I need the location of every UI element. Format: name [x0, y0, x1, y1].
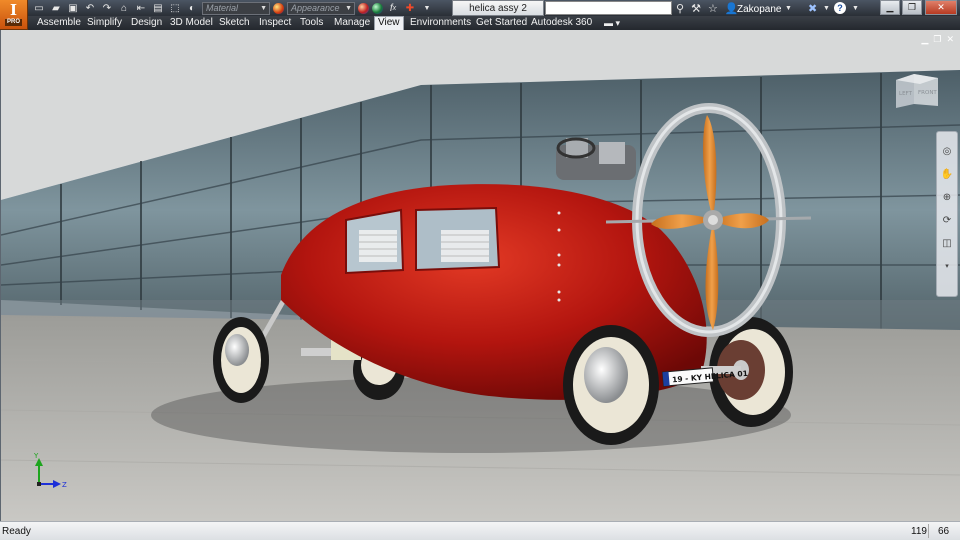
tab-manage[interactable]: Manage: [334, 16, 370, 30]
exchange-chevron-icon[interactable]: ▼: [823, 1, 830, 15]
update-icon[interactable]: ✚: [403, 2, 417, 15]
ribbon-display-options-icon[interactable]: ▬ ▾: [604, 18, 620, 29]
application-menu-button[interactable]: I PRO: [0, 0, 28, 30]
parameters-icon[interactable]: fx: [386, 2, 400, 15]
triad-y-label: Y: [33, 452, 39, 460]
status-divider: [928, 524, 929, 538]
redo-icon[interactable]: ↷: [100, 2, 114, 15]
tab-autodesk-360[interactable]: Autodesk 360: [531, 16, 592, 30]
undo-icon[interactable]: ↶: [83, 2, 97, 15]
home-icon[interactable]: ⌂: [117, 2, 131, 15]
clear-appearance-icon[interactable]: [372, 2, 383, 14]
tab-design[interactable]: Design: [131, 16, 162, 30]
restore-button[interactable]: ❐: [902, 0, 922, 15]
project-icon[interactable]: ▤: [151, 2, 165, 15]
app-edition-label: PRO: [4, 19, 22, 26]
steering-wheel-icon[interactable]: ◎: [940, 144, 954, 158]
minimize-button[interactable]: ▁: [880, 0, 900, 15]
tab-simplify[interactable]: Simplify: [87, 16, 122, 30]
viewport-close-icon[interactable]: ✕: [946, 34, 954, 45]
navigation-bar: ◎ ✋ ⊕ ⟳ ◫ ▾: [936, 131, 958, 297]
help-chevron-icon[interactable]: ▼: [852, 1, 859, 15]
viewcube-left-face: LEFT: [899, 91, 913, 97]
save-icon[interactable]: ▣: [66, 2, 80, 15]
user-name[interactable]: Zakopane: [737, 2, 781, 16]
exchange-icon[interactable]: ✖: [808, 1, 817, 15]
user-chevron-icon[interactable]: ▼: [785, 1, 792, 15]
viewport-restore-icon[interactable]: ❐: [933, 34, 941, 45]
rendered-scene: 19 - KY HELICA 01: [1, 30, 960, 521]
viewport-window-controls: ▁ ❐ ✕: [921, 34, 954, 45]
navbar-options-icon[interactable]: ▾: [940, 259, 954, 273]
pan-hand-icon[interactable]: ✋: [940, 167, 954, 181]
tab-view[interactable]: View: [374, 16, 404, 30]
search-input[interactable]: [545, 1, 672, 15]
look-at-icon[interactable]: ◫: [940, 236, 954, 250]
tools-icon[interactable]: ⚒: [691, 2, 701, 15]
tab-sketch[interactable]: Sketch: [219, 16, 250, 30]
favorites-star-icon[interactable]: ☆: [708, 2, 718, 15]
viewcube[interactable]: LEFT FRONT: [894, 70, 940, 110]
viewcube-front-face: FRONT: [918, 90, 937, 96]
triad-z-label: Z: [62, 481, 67, 489]
material-dropdown-value: Material: [206, 3, 239, 13]
restore-icon: ❐: [907, 2, 917, 12]
adjust-appearance-icon[interactable]: [358, 2, 369, 14]
appearance-dropdown-value: Appearance: [291, 3, 340, 13]
quick-access-toolbar: ▭ ▰ ▣ ↶ ↷ ⌂ ⇤ ▤ ⬚ ◐ Material ▼ Appearanc…: [32, 1, 434, 15]
open-folder-icon[interactable]: ▰: [49, 2, 63, 15]
appearance-dropdown[interactable]: Appearance ▼: [287, 1, 355, 15]
material-dropdown[interactable]: Material ▼: [202, 1, 270, 15]
tab-assemble[interactable]: Assemble: [37, 16, 81, 30]
return-icon[interactable]: ⇤: [134, 2, 148, 15]
color-sphere-icon[interactable]: ◐: [185, 2, 199, 15]
front-right-wheel: [563, 325, 659, 445]
close-button[interactable]: ✕: [925, 0, 957, 15]
select-icon[interactable]: ⬚: [168, 2, 182, 15]
tab-get-started[interactable]: Get Started: [476, 16, 527, 30]
appearance-sphere-icon: [273, 2, 284, 14]
help-icon[interactable]: ?: [834, 2, 846, 14]
status-text: Ready: [2, 526, 31, 537]
minimize-icon: ▁: [886, 2, 894, 12]
tab-inspect[interactable]: Inspect: [259, 16, 291, 30]
status-occurrence-count: 119: [911, 526, 927, 537]
close-icon: ✕: [937, 2, 945, 12]
binoculars-icon[interactable]: ⚲: [676, 2, 684, 15]
tab-3d-model[interactable]: 3D Model: [170, 16, 213, 30]
chevron-down-icon: ▼: [260, 4, 267, 12]
coordinate-triad: Y Z: [33, 452, 67, 489]
app-logo: I: [9, 1, 18, 19]
status-open-documents-count: 66: [938, 526, 950, 537]
zoom-icon[interactable]: ⊕: [940, 190, 954, 204]
graphics-viewport[interactable]: 19 - KY HELICA 01 ▁ ❐ ✕ LEFT FRONT ◎ ✋ ⊕…: [0, 30, 960, 521]
customize-chevron-icon[interactable]: ▼: [420, 2, 434, 15]
title-bar: ▭ ▰ ▣ ↶ ↷ ⌂ ⇤ ▤ ⬚ ◐ Material ▼ Appearanc…: [0, 0, 960, 16]
document-title: helica assy 2: [452, 0, 544, 16]
status-bar: Ready 119 66: [0, 521, 960, 540]
ribbon-tab-bar: Assemble Simplify Design 3D Model Sketch…: [0, 16, 960, 30]
orbit-icon[interactable]: ⟳: [940, 213, 954, 227]
tab-tools[interactable]: Tools: [300, 16, 323, 30]
chevron-down-icon: ▼: [345, 4, 352, 12]
tab-environments[interactable]: Environments: [410, 16, 471, 30]
viewport-minimize-icon[interactable]: ▁: [921, 34, 928, 45]
rear-left-wheel: [213, 317, 269, 403]
new-file-icon[interactable]: ▭: [32, 2, 46, 15]
